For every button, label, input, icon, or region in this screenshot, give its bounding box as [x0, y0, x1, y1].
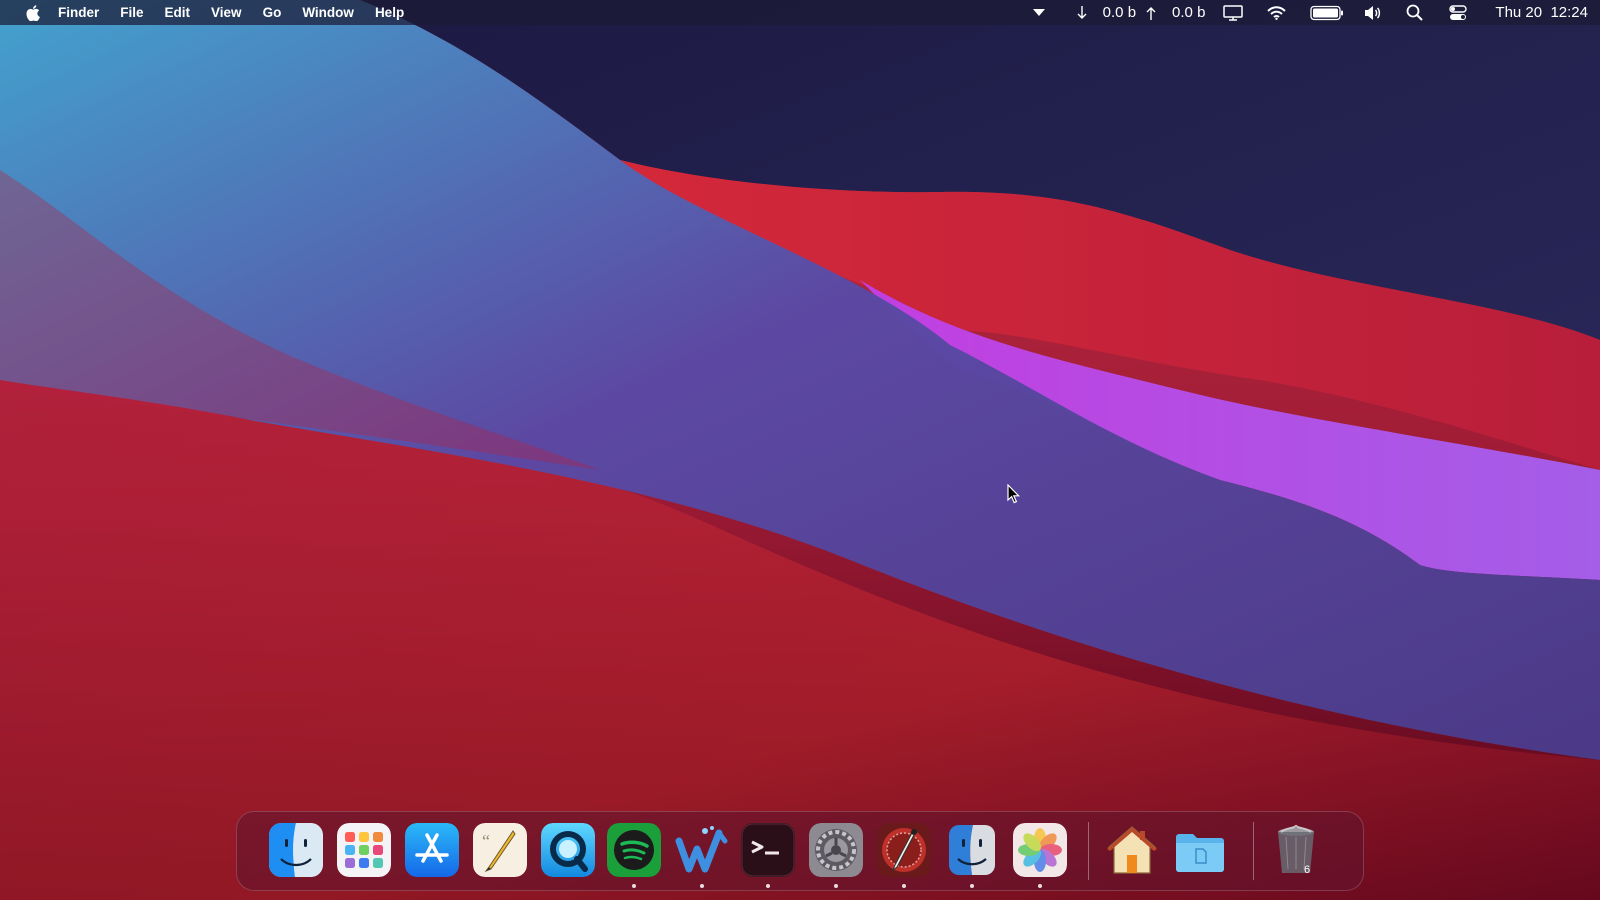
dock-app-script-editor[interactable]: “	[473, 823, 527, 877]
spotlight-search-icon[interactable]	[1406, 4, 1424, 21]
finder-alt-icon	[949, 825, 995, 875]
dock-app-quicktime[interactable]	[541, 823, 595, 877]
dock-app-system-preferences[interactable]	[809, 823, 863, 877]
running-indicator	[766, 884, 770, 888]
menu-edit[interactable]: Edit	[165, 5, 191, 20]
dropdown-triangle-icon[interactable]	[1032, 8, 1045, 17]
clock[interactable]: Thu 20 12:24	[1495, 4, 1588, 21]
menu-view[interactable]: View	[211, 5, 242, 20]
upload-rate[interactable]: 0.0 b	[1172, 4, 1205, 21]
spotify-icon	[607, 823, 661, 877]
battery-icon[interactable]	[1310, 5, 1344, 21]
menu-window[interactable]: Window	[302, 5, 354, 20]
dock-app-terminal[interactable]	[741, 823, 795, 877]
dock-app-spotify[interactable]	[607, 823, 661, 877]
dock: “ 6	[236, 811, 1364, 891]
terminal-icon	[741, 823, 795, 877]
system-preferences-icon	[809, 823, 863, 877]
volume-icon[interactable]	[1364, 5, 1382, 21]
running-indicator	[1038, 884, 1042, 888]
dock-folder-documents[interactable]	[1173, 823, 1227, 877]
app-store-icon	[405, 823, 459, 877]
apple-logo-icon[interactable]	[26, 4, 40, 21]
display-icon[interactable]	[1223, 4, 1244, 21]
trash-item-count: 6	[1303, 864, 1311, 876]
home-folder-icon	[1107, 826, 1157, 874]
dock-app-finder-alt[interactable]	[945, 823, 999, 877]
dock-app-photos[interactable]	[1013, 823, 1067, 877]
menu-go[interactable]: Go	[263, 5, 282, 20]
menu-finder[interactable]: Finder	[58, 5, 99, 20]
upload-arrow-icon	[1146, 6, 1156, 20]
finder-icon	[269, 823, 323, 877]
control-center-icon[interactable]	[1449, 4, 1468, 21]
running-indicator	[700, 884, 704, 888]
mouse-pointer-icon	[1007, 483, 1021, 506]
dock-separator	[1088, 822, 1089, 880]
dock-app-color-meter[interactable]	[877, 823, 931, 877]
dock-app-app-store[interactable]	[405, 823, 459, 877]
menu-bar-status-area: 0.0 b 0.0 b Thu 20 12:24	[1015, 0, 1588, 25]
dock-app-launchpad[interactable]	[337, 823, 391, 877]
dock-app-finder[interactable]	[269, 823, 323, 877]
wally-icon	[675, 826, 728, 873]
menu-help[interactable]: Help	[375, 5, 404, 20]
launchpad-icon	[337, 823, 391, 877]
menu-bar: Finder File Edit View Go Window Help 0.0…	[0, 0, 1600, 25]
menu-bar-left: Finder File Edit View Go Window Help	[26, 0, 425, 25]
running-indicator	[970, 884, 974, 888]
wifi-icon[interactable]	[1267, 5, 1287, 20]
dock-folder-home[interactable]	[1105, 823, 1159, 877]
download-rate[interactable]: 0.0 b	[1103, 4, 1136, 21]
color-meter-icon	[877, 823, 931, 877]
script-editor-icon: “	[473, 823, 527, 877]
dock-trash[interactable]	[1269, 823, 1323, 877]
documents-folder-icon	[1176, 834, 1224, 872]
trash-icon	[1278, 824, 1314, 873]
desktop-wallpaper	[0, 0, 1600, 900]
download-arrow-icon	[1077, 5, 1087, 20]
running-indicator	[902, 884, 906, 888]
quicktime-icon	[541, 823, 595, 877]
svg-text:“: “	[482, 831, 490, 851]
running-indicator	[834, 884, 838, 888]
running-indicator	[632, 884, 636, 888]
dock-app-wally[interactable]	[675, 823, 729, 877]
photos-icon	[1013, 823, 1067, 877]
dock-separator	[1253, 822, 1254, 880]
menu-file[interactable]: File	[120, 5, 143, 20]
